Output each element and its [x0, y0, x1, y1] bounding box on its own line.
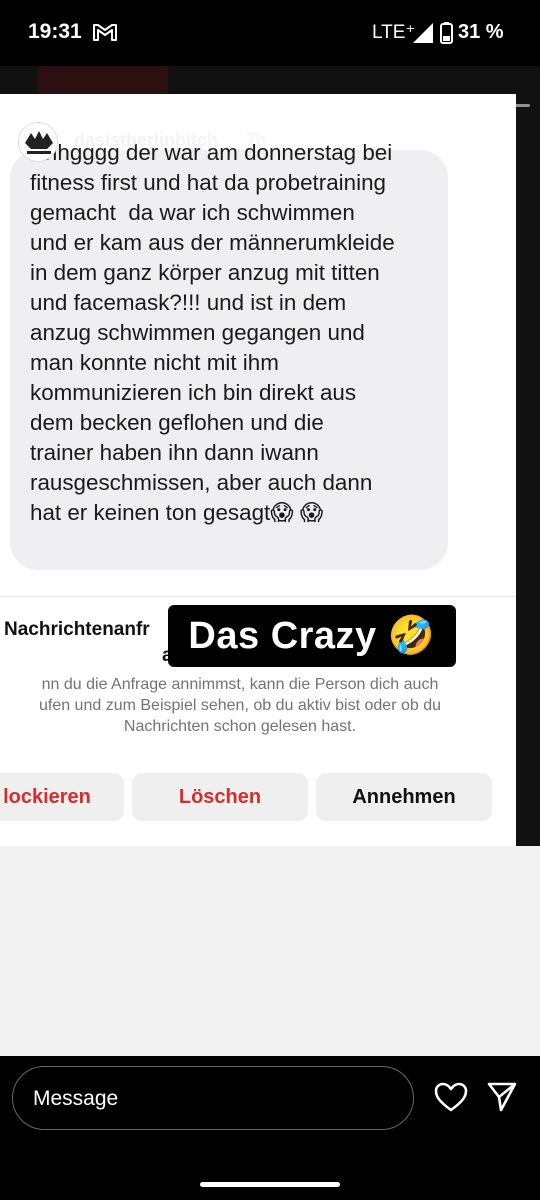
message-placeholder: Message	[33, 1087, 119, 1110]
request-title: Nachrichtenanfr	[4, 619, 150, 640]
story-header: dasistberlinbitch 7h	[18, 122, 528, 162]
story-username[interactable]: dasistberlinbitch	[74, 130, 218, 151]
signal-icon	[413, 23, 433, 43]
home-indicator[interactable]	[200, 1182, 340, 1187]
heart-icon[interactable]	[434, 1082, 468, 1112]
message-text: Ehhgggg der war am donnerstag bei fitnes…	[30, 140, 395, 525]
accept-button: Annehmen	[316, 773, 492, 821]
sticker-text: Das Crazy 🤣	[188, 615, 436, 657]
block-button: lockieren	[0, 773, 124, 821]
story-viewer[interactable]: Nachrichtenanfr a nn du die Anfrage anni…	[0, 66, 540, 1056]
status-time: 19:31	[28, 20, 82, 43]
more-options-icon[interactable]	[508, 126, 514, 150]
network-type: LTE⁺	[372, 22, 416, 43]
story-progress-bar	[10, 104, 530, 107]
battery-percent: 31 %	[458, 21, 504, 43]
avatar[interactable]	[18, 122, 58, 162]
account-logo-icon	[19, 123, 57, 161]
message-input[interactable]: Message	[12, 1066, 414, 1130]
story-background-lower	[0, 846, 540, 1056]
story-age: 7h	[246, 130, 267, 150]
divider	[0, 596, 516, 597]
send-icon[interactable]	[486, 1080, 518, 1112]
delete-button: Löschen	[132, 773, 308, 821]
battery-icon	[440, 22, 453, 44]
status-bar: 19:31 LTE⁺ 31 %	[0, 0, 540, 66]
gmail-icon	[93, 24, 117, 41]
text-sticker: Das Crazy 🤣	[168, 605, 456, 667]
reply-bar: Message	[0, 1056, 540, 1200]
request-description: nn du die Anfrage annimmst, kann die Per…	[38, 676, 442, 735]
